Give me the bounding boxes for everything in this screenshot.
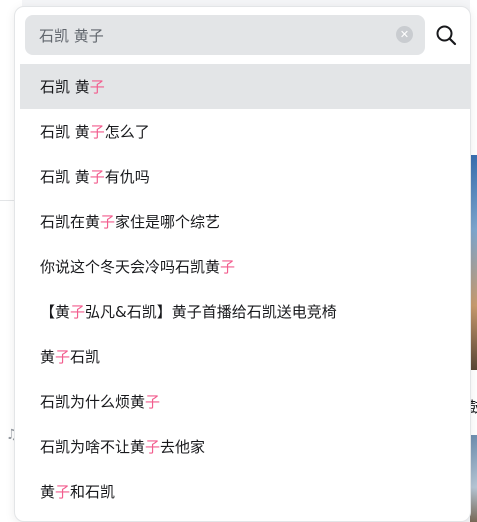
suggestion-highlight: 子 — [145, 393, 161, 411]
suggestion-item[interactable]: 【黄子弘凡&石凯】黄子首播给石凯送电竞椅 — [20, 289, 471, 334]
search-button[interactable] — [426, 15, 466, 55]
suggestion-text: 黄 — [40, 348, 56, 366]
suggestion-highlight: 子 — [145, 438, 161, 456]
suggestion-text: 石凯为啥不让黄 — [40, 438, 146, 456]
suggestion-item[interactable]: 石凯为什么烦黄子 — [20, 379, 471, 424]
suggestion-text: 石凯为什么烦黄 — [40, 393, 146, 411]
suggestion-item[interactable]: 石凯 黄子 有仇吗 — [20, 154, 471, 199]
suggestion-item[interactable]: 石凯为啥不让黄子去他家 — [20, 424, 471, 469]
suggestion-item[interactable]: 你说这个冬天会冷吗石凯黄子 — [20, 244, 471, 289]
suggestion-item[interactable]: 黄子 石凯 — [20, 334, 471, 379]
suggestion-highlight: 子 — [100, 213, 116, 231]
suggestion-text: 【黄 — [40, 303, 71, 321]
suggestion-text: 石凯 黄 — [40, 168, 90, 186]
search-panel: ✕ 石凯 黄子石凯 黄子怎么了石凯 黄子 有仇吗石凯在黄子家住是哪个综艺你说这个… — [14, 6, 471, 522]
suggestion-highlight: 子 — [220, 258, 236, 276]
suggestion-text: 去他家 — [160, 438, 206, 456]
clear-icon[interactable]: ✕ — [396, 26, 413, 43]
search-icon — [436, 25, 457, 46]
suggestion-text: 你说这个冬天会冷吗石凯黄 — [40, 258, 221, 276]
suggestion-text: 家住是哪个综艺 — [115, 213, 221, 231]
suggestion-highlight: 子 — [89, 168, 105, 186]
video-thumbnail[interactable] — [470, 435, 477, 522]
suggestion-text: 和石凯 — [70, 483, 116, 501]
suggestion-text: 有仇吗 — [104, 168, 150, 186]
suggestion-list: 石凯 黄子石凯 黄子怎么了 石凯 黄子 有仇吗 石凯在黄子家住是哪个综艺 你说这个冬天… — [20, 64, 471, 514]
search-input[interactable] — [39, 16, 369, 54]
suggestion-highlight: 子 — [89, 123, 105, 141]
suggestion-item[interactable]: 黄子和石凯 — [20, 469, 471, 514]
suggestion-item[interactable]: 石凯在黄子家住是哪个综艺 — [20, 199, 471, 244]
video-thumbnail[interactable] — [470, 155, 477, 370]
suggestion-text: 黄 — [40, 483, 56, 501]
suggestion-text: 石凯 黄 — [40, 78, 90, 96]
suggestion-text: 石凯 — [70, 348, 101, 366]
suggestion-highlight: 子 — [70, 303, 86, 321]
suggestion-text: 石凯在黄 — [40, 213, 101, 231]
suggestion-item[interactable]: 石凯 黄子 — [20, 64, 471, 109]
suggestion-text: 弘凡&石凯】黄子首播给石凯送电竞椅 — [85, 303, 337, 321]
suggestion-item[interactable]: 石凯 黄子怎么了 — [20, 109, 471, 154]
suggestion-highlight: 子 — [89, 78, 105, 96]
suggestion-text: 石凯 黄 — [40, 123, 90, 141]
suggestion-highlight: 子 — [55, 348, 71, 366]
suggestion-highlight: 子 — [55, 483, 71, 501]
search-bar: ✕ — [25, 15, 425, 55]
suggestion-text: 怎么了 — [104, 123, 150, 141]
